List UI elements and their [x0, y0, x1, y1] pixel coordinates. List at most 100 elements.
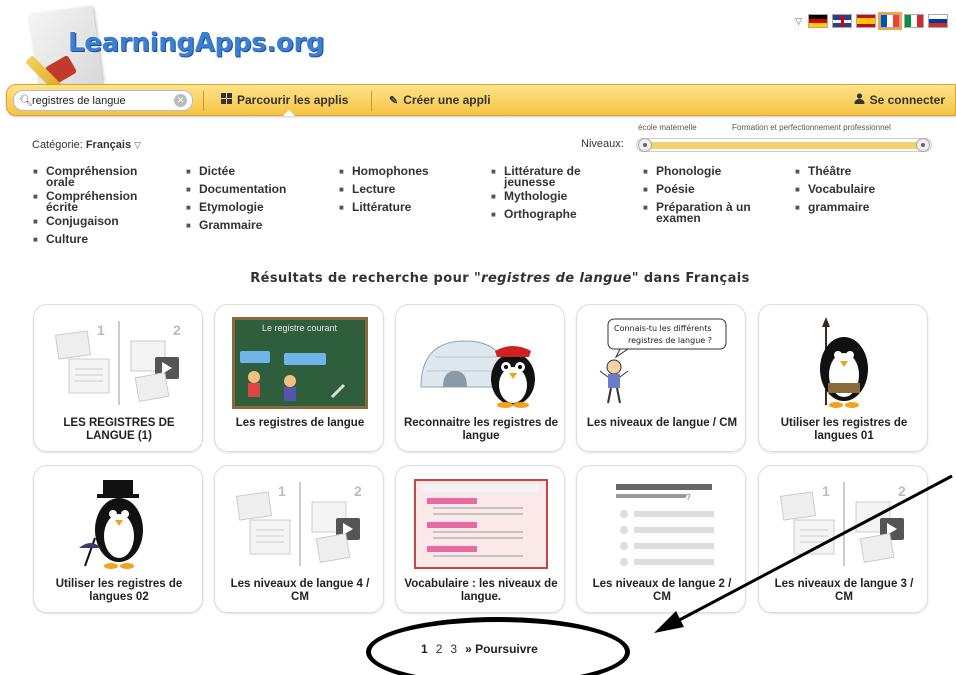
- subcategory-link[interactable]: ■ Mythologie: [491, 188, 612, 206]
- subcategory-link[interactable]: ■ Poésie: [643, 181, 764, 199]
- subcategory-link[interactable]: ■ Homophones: [339, 163, 429, 181]
- annotation-arrow: [654, 474, 953, 633]
- app-card[interactable]: Reconnaitre les registres de langue: [395, 304, 565, 452]
- app-card[interactable]: Vocabulaire : les niveaux de langue.: [395, 465, 565, 613]
- bullet-icon: ■: [33, 217, 38, 226]
- create-app-link[interactable]: ✎ Créer une appli: [389, 93, 491, 107]
- app-thumbnail: 1 2: [51, 317, 187, 409]
- language-selector: ▽: [795, 12, 948, 30]
- app-card[interactable]: Le registre courant Les registres de lan…: [214, 304, 384, 452]
- subcategory-column: ■ Théâtre ■ Vocabulaire ■ grammaire: [795, 163, 875, 217]
- flag-french-icon[interactable]: [878, 12, 902, 30]
- bullet-icon: ■: [33, 235, 38, 244]
- subcategory-link[interactable]: ■ grammaire: [795, 199, 875, 217]
- subcategory-link[interactable]: ■ Littérature de jeunesse: [491, 163, 612, 188]
- subcategory-link[interactable]: ■ Phonologie: [643, 163, 764, 181]
- subcategory-label: Littérature de jeunesse: [504, 164, 581, 189]
- subcategory-link[interactable]: ■ Orthographe: [491, 206, 612, 224]
- app-card[interactable]: Utiliser les registres de langues 02: [33, 465, 203, 613]
- subcategory-link[interactable]: ■ Littérature: [339, 199, 429, 217]
- app-thumbnail: [413, 317, 549, 409]
- subcategory-column: ■ Dictée ■ Documentation ■ Etymologie ■ Grammai…: [186, 163, 286, 235]
- bullet-icon: ■: [643, 203, 648, 212]
- subcategory-list: ■ Compréhension orale ■ Compréhension écrit…: [0, 163, 956, 245]
- subcategory-label: grammaire: [808, 200, 870, 214]
- subcategory-link[interactable]: ■ Compréhension orale: [33, 163, 154, 188]
- bullet-icon: ■: [491, 167, 496, 176]
- svg-text:2: 2: [173, 322, 181, 338]
- flag-russian-icon[interactable]: [928, 14, 948, 28]
- flag-english-icon[interactable]: [832, 14, 852, 28]
- language-dropdown-icon[interactable]: ▽: [795, 16, 802, 27]
- subcategory-label: Dictée: [199, 164, 236, 178]
- svg-text:1: 1: [278, 483, 286, 499]
- subcategory-label: Compréhension orale: [46, 164, 138, 189]
- subcategory-column: ■ Homophones ■ Lecture ■ Littérature: [339, 163, 429, 217]
- subcategory-label: Grammaire: [199, 218, 263, 232]
- login-label: Se connecter: [869, 93, 945, 107]
- level-min-handle[interactable]: [638, 138, 652, 152]
- subcategory-link[interactable]: ■ Dictée: [186, 163, 286, 181]
- search-icon[interactable]: 🔍︎: [19, 94, 33, 107]
- flag-german-icon[interactable]: [808, 14, 828, 28]
- subcategory-link[interactable]: ■ Vocabulaire: [795, 181, 875, 199]
- bullet-icon: ■: [186, 185, 191, 194]
- app-card-title: Reconnaitre les registres de langue: [403, 417, 559, 442]
- level-min-label: école maternelle: [638, 123, 697, 132]
- clear-search-icon[interactable]: ✕: [174, 94, 187, 107]
- logo-text: LearningApps.org: [68, 28, 325, 58]
- site-logo[interactable]: LearningApps.org: [18, 5, 348, 95]
- app-card[interactable]: 1 2 LES REGISTRES DE LANGUE (1): [33, 304, 203, 452]
- app-card[interactable]: 1 2 Les niveaux de langue 4 / CM: [214, 465, 384, 613]
- subcategory-link[interactable]: ■ Lecture: [339, 181, 429, 199]
- subcategory-label: Poésie: [656, 182, 695, 196]
- app-thumbnail: [51, 478, 187, 570]
- browse-apps-link[interactable]: Parcourir les applis: [221, 93, 348, 107]
- app-thumbnail: [776, 317, 912, 409]
- subcategory-label: Compréhension écrite: [46, 189, 138, 214]
- search-box: 🔍︎ ✕: [13, 90, 193, 111]
- subcategory-link[interactable]: ■ Culture: [33, 231, 154, 249]
- app-card-title: LES REGISTRES DE LANGUE (1): [63, 417, 175, 442]
- subcategory-label: Littérature: [352, 200, 412, 214]
- subcategory-link[interactable]: ■ Grammaire: [186, 217, 286, 235]
- bullet-icon: ■: [795, 167, 800, 176]
- level-range-slider[interactable]: [636, 138, 932, 152]
- app-card[interactable]: Utiliser les registres de langues 01: [758, 304, 928, 452]
- subcategory-link[interactable]: ■ Etymologie: [186, 199, 286, 217]
- create-app-label: Créer une appli: [403, 93, 491, 107]
- category-selector[interactable]: Catégorie: Français ▽: [32, 139, 141, 151]
- active-tab-caret: [283, 110, 295, 116]
- grid-icon: [221, 93, 232, 107]
- svg-text:2: 2: [354, 483, 362, 499]
- subcategory-label: Documentation: [199, 182, 287, 196]
- subcategory-label: Homophones: [352, 164, 429, 178]
- subcategory-link[interactable]: ■ Compréhension écrite: [33, 188, 154, 213]
- subcategory-link[interactable]: ■ Théâtre: [795, 163, 875, 181]
- bullet-icon: ■: [339, 185, 344, 194]
- bullet-icon: ■: [186, 221, 191, 230]
- app-card-title: Utiliser les registres de langues 02: [55, 578, 183, 603]
- app-card-title: Vocabulaire : les niveaux de langue.: [404, 578, 558, 603]
- bullet-icon: ■: [33, 192, 38, 201]
- bullet-icon: ■: [795, 203, 800, 212]
- user-icon: [854, 93, 865, 107]
- subcategory-label: Orthographe: [504, 207, 577, 221]
- svg-text:Connais-tu les différents: Connais-tu les différents: [614, 323, 712, 333]
- flag-italian-icon[interactable]: [904, 14, 924, 28]
- flag-spanish-icon[interactable]: [856, 14, 876, 28]
- subcategory-link[interactable]: ■ Documentation: [186, 181, 286, 199]
- login-link[interactable]: Se connecter: [854, 93, 945, 107]
- subcategory-link[interactable]: ■ Conjugaison: [33, 213, 154, 231]
- level-max-handle[interactable]: [916, 138, 930, 152]
- svg-text:Le registre courant: Le registre courant: [262, 323, 338, 333]
- category-value: Français: [85, 139, 132, 151]
- bullet-icon: ■: [33, 167, 38, 176]
- app-card[interactable]: Connais-tu les différents registres de l…: [576, 304, 746, 452]
- subcategory-link[interactable]: ■ Préparation à un examen: [643, 199, 764, 224]
- bullet-icon: ■: [795, 185, 800, 194]
- search-input[interactable]: [32, 93, 172, 109]
- app-card-title: Les registres de langue: [235, 417, 365, 429]
- browse-apps-label: Parcourir les applis: [237, 93, 349, 107]
- results-prefix: Résultats de recherche pour: [250, 271, 470, 286]
